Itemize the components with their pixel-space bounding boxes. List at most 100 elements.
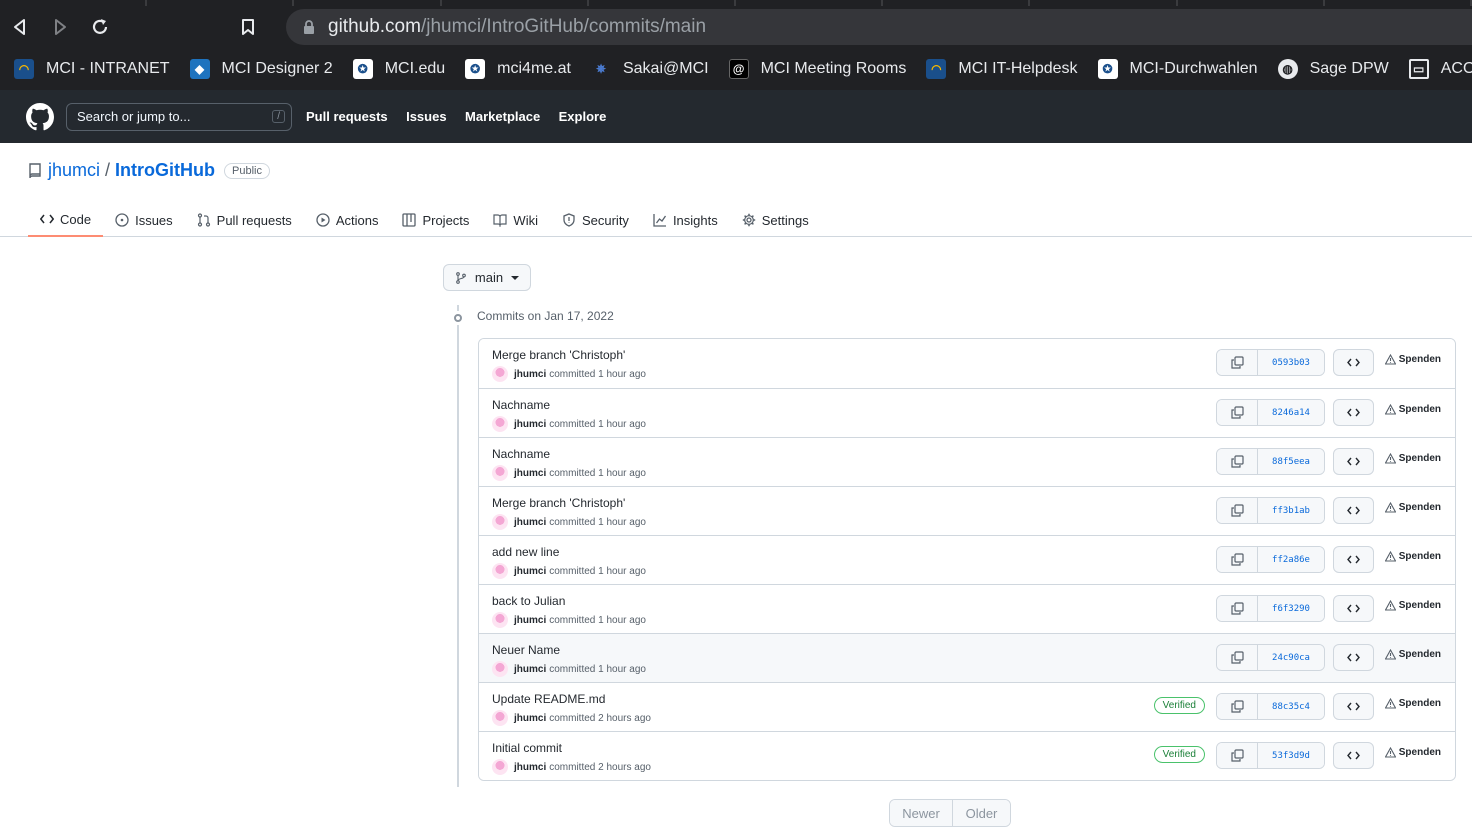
copy-sha-button[interactable] — [1217, 694, 1258, 719]
browse-repo-button[interactable] — [1333, 693, 1374, 720]
avatar[interactable] — [492, 416, 508, 432]
tab-insights[interactable]: Insights — [641, 203, 730, 237]
browse-repo-button[interactable] — [1333, 742, 1374, 769]
bookmark-item[interactable]: ◠ MCI IT-Helpdesk — [926, 59, 1078, 79]
copy-sha-button[interactable] — [1217, 645, 1258, 670]
browse-repo-button[interactable] — [1333, 448, 1374, 475]
avatar[interactable] — [492, 710, 508, 726]
commit-author-link[interactable]: jhumci — [514, 762, 546, 773]
tab-projects[interactable]: Projects — [390, 203, 481, 237]
bookmark-item[interactable]: @ MCI Meeting Rooms — [728, 59, 906, 79]
avatar[interactable] — [492, 759, 508, 775]
commit-message-link[interactable]: Neuer Name — [492, 643, 560, 657]
commit-sha-link[interactable]: ff2a86e — [1258, 547, 1324, 572]
spenden-button[interactable]: Spenden — [1384, 600, 1441, 611]
verified-badge[interactable]: Verified — [1153, 746, 1205, 763]
bookmark-item[interactable]: ◠ MCI - INTRANET — [14, 59, 170, 79]
spenden-button[interactable]: Spenden — [1384, 747, 1441, 758]
tab-settings[interactable]: Settings — [730, 203, 821, 237]
copy-sha-button[interactable] — [1217, 350, 1258, 375]
bookmark-item[interactable]: ✪ MCI.edu — [352, 59, 445, 79]
browse-repo-button[interactable] — [1333, 644, 1374, 671]
newer-button[interactable]: Newer — [890, 800, 953, 826]
commit-row[interactable]: Update README.md jhumci committed 2 hour… — [479, 682, 1455, 731]
commit-author-link[interactable]: jhumci — [514, 369, 546, 380]
github-logo-icon[interactable] — [26, 102, 54, 131]
commit-message-link[interactable]: Initial commit — [492, 741, 562, 755]
avatar[interactable] — [492, 465, 508, 481]
commit-sha-link[interactable]: ff3b1ab — [1258, 498, 1324, 523]
copy-sha-button[interactable] — [1217, 547, 1258, 572]
branch-selector-button[interactable]: main — [443, 264, 531, 291]
avatar[interactable] — [492, 563, 508, 579]
commit-row[interactable]: Neuer Name jhumci committed 1 hour ago 2… — [479, 633, 1455, 682]
spenden-button[interactable]: Spenden — [1384, 354, 1441, 365]
nav-pull-requests[interactable]: Pull requests — [306, 109, 388, 124]
copy-sha-button[interactable] — [1217, 498, 1258, 523]
reload-button[interactable] — [80, 8, 120, 46]
bookmark-item[interactable]: ✵ Sakai@MCI — [591, 59, 709, 79]
older-button[interactable]: Older — [953, 800, 1010, 826]
browse-repo-button[interactable] — [1333, 595, 1374, 622]
tab-code[interactable]: Code — [28, 203, 104, 237]
spenden-button[interactable]: Spenden — [1384, 649, 1441, 660]
tab-security[interactable]: Security — [550, 203, 641, 237]
tab-pull-requests[interactable]: Pull requests — [185, 203, 304, 237]
browse-repo-button[interactable] — [1333, 546, 1374, 573]
copy-sha-button[interactable] — [1217, 743, 1258, 768]
commit-row[interactable]: back to Julian jhumci committed 1 hour a… — [479, 584, 1455, 633]
commit-author-link[interactable]: jhumci — [514, 566, 546, 577]
browse-repo-button[interactable] — [1333, 349, 1374, 376]
avatar[interactable] — [492, 514, 508, 530]
copy-sha-button[interactable] — [1217, 400, 1258, 425]
nav-marketplace[interactable]: Marketplace — [465, 109, 540, 124]
repo-name-link[interactable]: IntroGitHub — [115, 160, 215, 181]
address-bar[interactable]: github.com/jhumci/IntroGitHub/commits/ma… — [286, 9, 1472, 45]
commit-message-link[interactable]: Nachname — [492, 447, 550, 461]
nav-explore[interactable]: Explore — [559, 109, 607, 124]
bookmark-star-button[interactable] — [228, 8, 268, 46]
copy-sha-button[interactable] — [1217, 449, 1258, 474]
tab-issues[interactable]: Issues — [103, 203, 185, 237]
commit-author-link[interactable]: jhumci — [514, 468, 546, 479]
commit-author-link[interactable]: jhumci — [514, 517, 546, 528]
repo-owner-link[interactable]: jhumci — [48, 160, 100, 181]
commit-message-link[interactable]: Merge branch 'Christoph' — [492, 496, 625, 510]
browse-repo-button[interactable] — [1333, 497, 1374, 524]
avatar[interactable] — [492, 661, 508, 677]
commit-sha-link[interactable]: 53f3d9d — [1258, 743, 1324, 768]
spenden-button[interactable]: Spenden — [1384, 698, 1441, 709]
bookmark-item[interactable]: ◆ MCI Designer 2 — [189, 59, 333, 79]
copy-sha-button[interactable] — [1217, 596, 1258, 621]
commit-row[interactable]: add new line jhumci committed 1 hour ago… — [479, 535, 1455, 584]
commit-sha-link[interactable]: 0593b03 — [1258, 350, 1324, 375]
commit-author-link[interactable]: jhumci — [514, 615, 546, 626]
commit-row[interactable]: Merge branch 'Christoph' jhumci committe… — [479, 339, 1455, 388]
bookmark-item[interactable]: ◍ Sage DPW — [1277, 59, 1389, 79]
commit-sha-link[interactable]: 8246a14 — [1258, 400, 1324, 425]
search-input[interactable]: Search or jump to... / — [66, 102, 292, 131]
back-button[interactable] — [0, 8, 40, 46]
commit-sha-link[interactable]: 88f5eea — [1258, 449, 1324, 474]
forward-button[interactable] — [40, 8, 80, 46]
commit-sha-link[interactable]: 24c90ca — [1258, 645, 1324, 670]
commit-message-link[interactable]: Nachname — [492, 398, 550, 412]
spenden-button[interactable]: Spenden — [1384, 404, 1441, 415]
commit-message-link[interactable]: back to Julian — [492, 594, 565, 608]
tab-actions[interactable]: Actions — [304, 203, 391, 237]
commit-row[interactable]: Nachname jhumci committed 1 hour ago 824… — [479, 388, 1455, 437]
avatar[interactable] — [492, 366, 508, 382]
commit-author-link[interactable]: jhumci — [514, 664, 546, 675]
spenden-button[interactable]: Spenden — [1384, 551, 1441, 562]
commit-sha-link[interactable]: 88c35c4 — [1258, 694, 1324, 719]
tab-strip[interactable] — [0, 0, 1472, 6]
commit-row[interactable]: Merge branch 'Christoph' jhumci committe… — [479, 486, 1455, 535]
bookmark-item[interactable]: ✪ MCI-Durchwahlen — [1097, 59, 1258, 79]
commit-author-link[interactable]: jhumci — [514, 419, 546, 430]
spenden-button[interactable]: Spenden — [1384, 453, 1441, 464]
commit-row[interactable]: Nachname jhumci committed 1 hour ago 88f… — [479, 437, 1455, 486]
commit-sha-link[interactable]: f6f3290 — [1258, 596, 1324, 621]
bookmark-item[interactable]: ✪ mci4me.at — [465, 59, 571, 79]
tab-wiki[interactable]: Wiki — [481, 203, 550, 237]
bookmark-item[interactable]: ▭ ACOnet FileSender — [1408, 59, 1472, 79]
